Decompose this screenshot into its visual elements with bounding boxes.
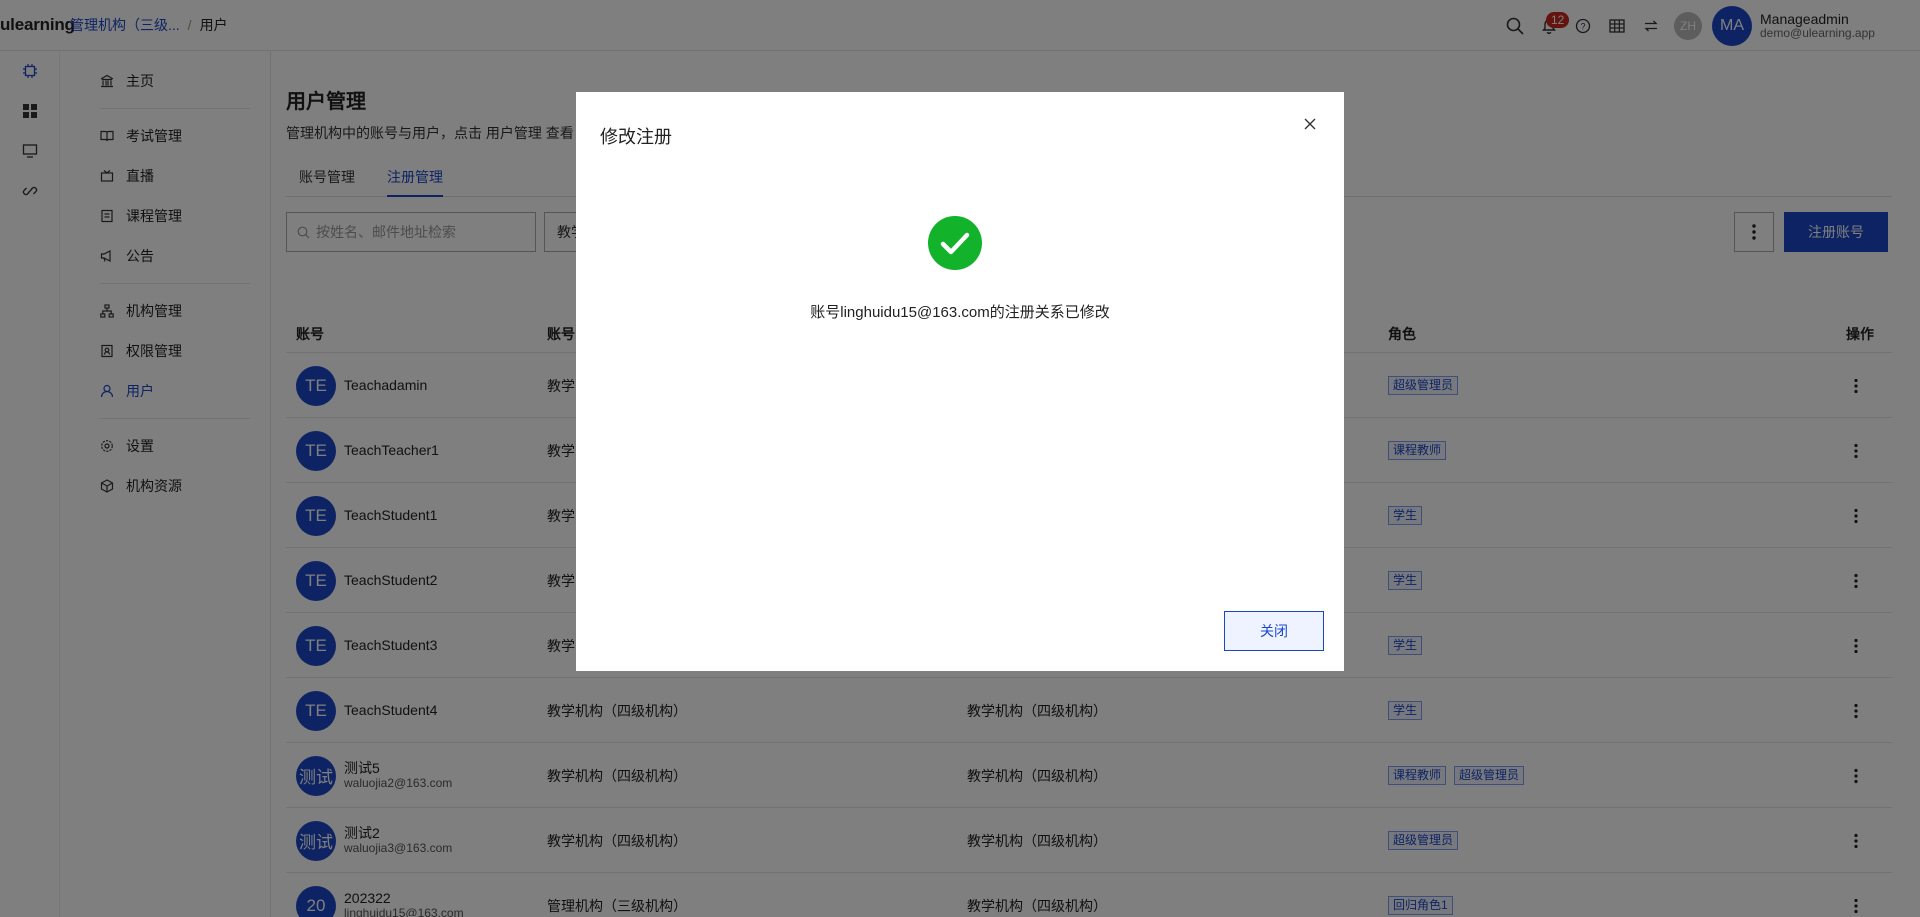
success-check-icon: [928, 216, 982, 270]
close-icon[interactable]: [1298, 112, 1322, 136]
dialog-message: 账号linghuidu15@163.com的注册关系已修改: [810, 304, 1110, 321]
dialog-title: 修改注册: [600, 127, 672, 147]
edit-registration-dialog: 修改注册 账号linghuidu15@163.com的注册关系已修改 关闭: [576, 92, 1344, 671]
close-button[interactable]: 关闭: [1224, 611, 1324, 651]
